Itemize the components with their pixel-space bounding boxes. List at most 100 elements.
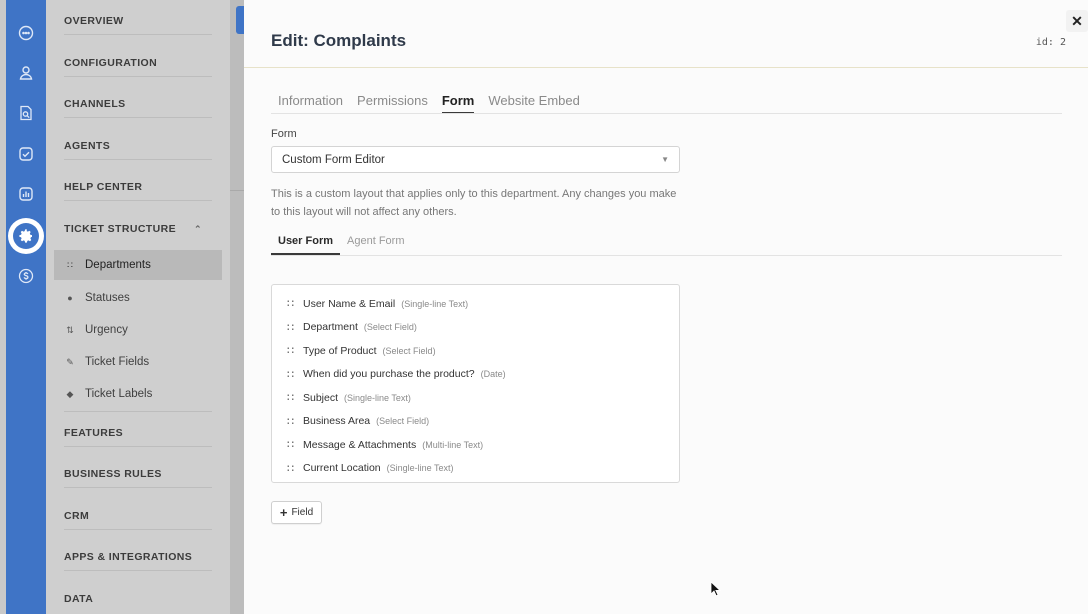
- field-name: Business Area: [303, 415, 371, 428]
- record-id: id: 2: [1035, 37, 1066, 48]
- gear-icon[interactable]: [8, 218, 44, 254]
- drag-handle-icon[interactable]: ∷: [287, 462, 297, 475]
- add-field-label: Field: [291, 507, 314, 518]
- subtab-agent-form[interactable]: Agent Form: [340, 235, 411, 255]
- form-select-value: Custom Form Editor: [282, 153, 385, 166]
- panel-tabs: Information Permissions Form Website Emb…: [278, 93, 580, 114]
- drag-handle-icon[interactable]: ∷: [287, 391, 297, 404]
- nav-section-label: CRM: [64, 510, 90, 522]
- form-subtabs: User Form Agent Form: [271, 235, 412, 255]
- field-type: (Select Field): [363, 322, 417, 333]
- billing-icon[interactable]: [17, 267, 35, 285]
- drag-handle-icon[interactable]: ∷: [287, 321, 297, 334]
- nav-item-label: Ticket Labels: [85, 388, 153, 400]
- nav-item-statuses[interactable]: ● Statuses: [54, 283, 222, 313]
- chat-icon[interactable]: [17, 24, 35, 42]
- form-select[interactable]: Custom Form Editor ▼: [271, 146, 680, 173]
- field-name: When did you purchase the product?: [303, 368, 475, 381]
- nav-item-departments[interactable]: ∷ Departments: [54, 250, 222, 280]
- nav-item-label: Urgency: [85, 324, 128, 336]
- field-name: Type of Product: [303, 344, 377, 357]
- field-type: (Select Field): [382, 345, 436, 356]
- tab-permissions[interactable]: Permissions: [357, 93, 428, 114]
- drag-handle-icon[interactable]: ∷: [287, 438, 297, 451]
- nav-section-ticket-structure[interactable]: TICKET STRUCTURE ⌃: [64, 215, 212, 243]
- nav-section-label: CONFIGURATION: [64, 57, 158, 69]
- form-field-row[interactable]: ∷ Subject (Single-line Text): [272, 386, 679, 410]
- search-doc-icon[interactable]: [17, 104, 35, 122]
- nav-section-label: FEATURES: [64, 427, 124, 439]
- field-type: (Single-line Text): [386, 463, 454, 474]
- nav-item-label: Ticket Fields: [85, 356, 150, 368]
- form-field-row[interactable]: ∷ Type of Product (Select Field): [272, 339, 679, 363]
- add-field-button[interactable]: + Field: [271, 501, 322, 524]
- close-icon[interactable]: ✕: [1066, 10, 1088, 32]
- field-name: Current Location: [303, 462, 381, 475]
- selected-row-marker: [236, 6, 244, 34]
- drag-handle-icon[interactable]: ∷: [287, 297, 297, 310]
- form-field-list: ∷ User Name & Email (Single-line Text) ∷ De…: [271, 284, 680, 483]
- nav-item-ticket-labels[interactable]: ◆ Ticket Labels: [54, 379, 222, 409]
- nav-section-label: TICKET STRUCTURE: [64, 223, 176, 235]
- check-icon[interactable]: [17, 145, 35, 163]
- nav-section-label: APPS & INTEGRATIONS: [64, 551, 193, 563]
- nav-section-features[interactable]: FEATURES: [64, 419, 212, 447]
- form-field-row[interactable]: ∷ Business Area (Select Field): [272, 410, 679, 434]
- edit-panel: Edit: Complaints id: 2 ✕ Information Per…: [244, 0, 1088, 614]
- form-description: This is a custom layout that applies onl…: [271, 188, 677, 218]
- nav-section-business-rules[interactable]: BUSINESS RULES: [64, 460, 212, 488]
- subtabs-divider: [271, 255, 1062, 256]
- page-title: Edit: Complaints: [271, 31, 407, 50]
- nav-section-channels[interactable]: CHANNELS: [64, 90, 212, 118]
- nav-item-label: Departments: [85, 259, 151, 271]
- form-select-label: Form: [271, 128, 297, 140]
- nav-section-label: BUSINESS RULES: [64, 468, 162, 480]
- nav-section-crm[interactable]: CRM: [64, 502, 212, 530]
- nav-item-urgency[interactable]: ⇅ Urgency: [54, 315, 222, 345]
- subtab-user-form[interactable]: User Form: [271, 235, 341, 255]
- field-type: (Single-line Text): [344, 392, 411, 403]
- nav-section-overview[interactable]: OVERVIEW: [64, 7, 212, 35]
- nav-section-agents[interactable]: AGENTS: [64, 132, 212, 160]
- tab-information[interactable]: Information: [278, 93, 343, 114]
- field-type: (Date): [480, 369, 506, 380]
- nav-item-label: Statuses: [85, 292, 130, 304]
- drag-handle-icon[interactable]: ∷: [287, 344, 297, 357]
- nav-section-data[interactable]: DATA: [64, 585, 212, 613]
- field-name: Subject: [303, 391, 339, 404]
- form-field-row[interactable]: ∷ Current Location (Single-line Text): [272, 457, 679, 481]
- nav-section-apps-integrations[interactable]: APPS & INTEGRATIONS: [64, 543, 212, 571]
- mouse-cursor-icon: [710, 581, 722, 597]
- form-field-row[interactable]: ∷ When did you purchase the product? (Date…: [272, 363, 679, 387]
- field-type: (Multi-line Text): [422, 439, 484, 450]
- sort-icon: ⇅: [66, 324, 74, 335]
- app-icon-rail: [6, 0, 46, 614]
- form-field-row[interactable]: ∷ Department (Select Field): [272, 316, 679, 340]
- nav-section-configuration[interactable]: CONFIGURATION: [64, 49, 212, 77]
- gear-icon-inner: [13, 223, 39, 249]
- form-field-row[interactable]: ∷ User Name & Email (Single-line Text): [272, 292, 679, 316]
- drag-handle-icon[interactable]: ∷: [287, 368, 297, 381]
- circle-icon: ●: [67, 293, 73, 303]
- field-type: (Select Field): [376, 416, 430, 427]
- chevron-up-icon: ⌃: [194, 224, 202, 234]
- edit-icon: ✎: [66, 356, 74, 367]
- field-name: Department: [303, 321, 358, 334]
- nav-item-ticket-fields[interactable]: ✎ Ticket Fields: [54, 347, 222, 377]
- chart-icon[interactable]: [17, 185, 35, 203]
- field-name: Message & Attachments: [303, 438, 417, 451]
- nav-section-label: HELP CENTER: [64, 181, 143, 193]
- field-type: (Single-line Text): [401, 298, 469, 309]
- tab-form[interactable]: Form: [441, 93, 475, 114]
- nav-section-help-center[interactable]: HELP CENTER: [64, 173, 212, 201]
- form-field-row[interactable]: ∷ Message & Attachments (Multi-line Text): [272, 433, 679, 457]
- row-divider: [230, 190, 244, 191]
- nav-divider: [64, 411, 212, 412]
- drag-handle-icon[interactable]: ∷: [287, 415, 297, 428]
- tag-icon: ◆: [66, 388, 74, 399]
- header-divider: [244, 67, 1088, 68]
- user-icon[interactable]: [17, 64, 35, 82]
- tab-website-embed[interactable]: Website Embed: [488, 93, 580, 114]
- tabs-divider: [271, 113, 1062, 114]
- grid-icon: ∷: [67, 259, 73, 270]
